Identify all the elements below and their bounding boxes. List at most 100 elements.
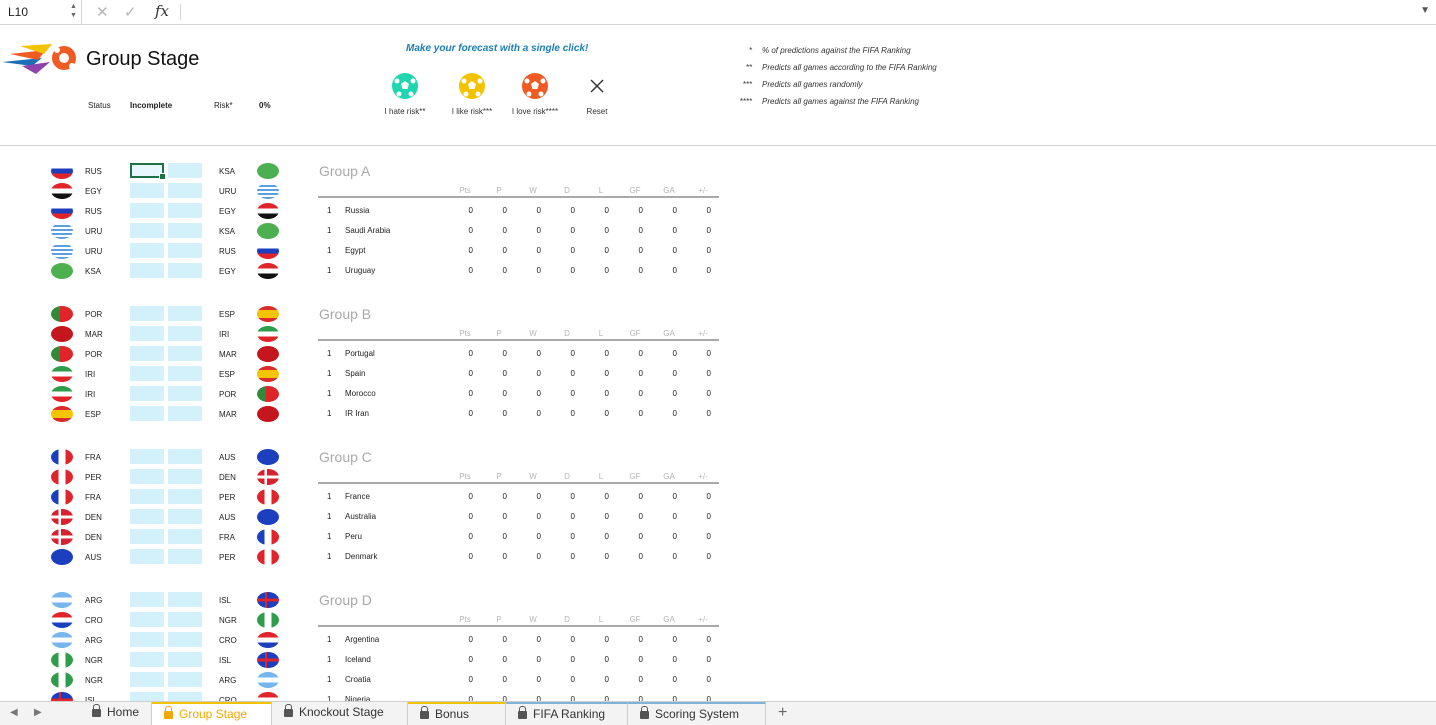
standings-stat: 0 — [502, 512, 507, 521]
standings-stat: 0 — [536, 655, 541, 664]
standings-row: 1 Spain 0 0 0 0 0 0 0 0 — [0, 369, 720, 383]
home-team-code: EGY — [85, 187, 102, 196]
name-box-arrows-icon[interactable]: ▲ ▼ — [70, 2, 77, 20]
home-score-input[interactable] — [130, 469, 164, 484]
standings-row: 1 Uruguay 0 0 0 0 0 0 0 0 — [0, 266, 720, 280]
forecast-title: Make your forecast with a single click! — [406, 43, 589, 54]
standings-column-header: P — [496, 615, 502, 624]
hate-risk-label: I hate risk** — [384, 107, 426, 116]
home-score-input[interactable] — [130, 449, 164, 464]
standings-stat: 0 — [570, 246, 575, 255]
formula-divider — [180, 4, 181, 20]
standings-stat: 0 — [638, 389, 643, 398]
standings-stat: 0 — [638, 246, 643, 255]
standings-stat: 0 — [604, 349, 609, 358]
standings-team-name: Portugal — [345, 349, 375, 358]
scroll-left-icon[interactable]: ◀ — [10, 707, 18, 718]
standings-stat: 0 — [672, 552, 677, 561]
reset-button[interactable]: Reset — [567, 71, 627, 121]
standings-row: 1 Morocco 0 0 0 0 0 0 0 0 — [0, 389, 720, 403]
tab-group-stage[interactable]: Group Stage — [152, 702, 272, 725]
lock-icon — [420, 706, 429, 719]
standings-stat: 0 — [604, 246, 609, 255]
standings-stat: 0 — [706, 552, 711, 561]
confirm-icon[interactable]: ✓ — [124, 3, 137, 21]
standings-column-header: D — [564, 329, 570, 338]
standings-stat: 0 — [468, 409, 473, 418]
standings-stat: 0 — [502, 655, 507, 664]
match-row: POR ESP — [0, 304, 300, 324]
home-score-input[interactable] — [130, 326, 164, 341]
standings-column-header: Pts — [459, 615, 471, 624]
away-score-input[interactable] — [168, 306, 202, 321]
standings-row: 1 Saudi Arabia 0 0 0 0 0 0 0 0 — [0, 226, 720, 240]
standings-position: 1 — [327, 635, 332, 644]
home-flag-icon — [51, 183, 73, 199]
home-score-input[interactable] — [130, 163, 166, 180]
name-box[interactable]: L10 ▲ ▼ — [0, 0, 82, 24]
away-team-code: KSA — [219, 167, 236, 176]
sheet-tab-bar: ◀ ▶ Home Group Stage Knockout Stage Bonu… — [0, 701, 1436, 725]
add-sheet-button[interactable]: + — [778, 704, 787, 722]
standings-stat: 0 — [536, 349, 541, 358]
standings-stat: 0 — [536, 246, 541, 255]
standings-stat: 0 — [604, 655, 609, 664]
standings-team-name: France — [345, 492, 370, 501]
standings-stat: 0 — [706, 266, 711, 275]
formula-input[interactable] — [190, 5, 1390, 19]
standings-stat: 0 — [536, 409, 541, 418]
away-score-input[interactable] — [168, 612, 202, 627]
standings-position: 1 — [327, 226, 332, 235]
away-score-input[interactable] — [168, 469, 202, 484]
match-row: CRO NGR — [0, 610, 300, 630]
standings-stat: 0 — [672, 409, 677, 418]
away-score-input[interactable] — [168, 183, 202, 198]
match-row: ARG ISL — [0, 590, 300, 610]
cancel-icon[interactable]: ✕ — [96, 3, 109, 21]
standings-stat: 0 — [468, 266, 473, 275]
standings-column-header: L — [598, 329, 604, 338]
away-score-input[interactable] — [168, 449, 202, 464]
tab-home[interactable]: Home — [80, 702, 152, 725]
scroll-right-icon[interactable]: ▶ — [34, 707, 42, 718]
standings-position: 1 — [327, 552, 332, 561]
hate-risk-button[interactable]: I hate risk** — [375, 71, 435, 121]
tab-bonus[interactable]: Bonus — [408, 702, 506, 725]
love-risk-button[interactable]: I love risk**** — [505, 71, 565, 121]
home-score-input[interactable] — [130, 183, 164, 198]
away-team-code: ISL — [219, 596, 232, 605]
away-score-input[interactable] — [168, 326, 202, 341]
away-score-input[interactable] — [168, 163, 202, 178]
standings-stat: 0 — [468, 226, 473, 235]
standings-header-divider — [318, 625, 719, 627]
like-risk-label: I like risk*** — [451, 107, 493, 116]
tab-fifa-ranking[interactable]: FIFA Ranking — [506, 702, 628, 725]
standings-stat: 0 — [672, 635, 677, 644]
standings-stat: 0 — [706, 675, 711, 684]
like-risk-button[interactable]: I like risk*** — [442, 71, 502, 121]
standings-row: 1 IR Iran 0 0 0 0 0 0 0 0 — [0, 409, 720, 423]
tab-knockout-stage[interactable]: Knockout Stage — [272, 702, 408, 725]
match-row: RUS KSA — [0, 161, 300, 181]
standings-stat: 0 — [672, 349, 677, 358]
away-team-code: DEN — [219, 473, 236, 482]
standings-stat: 0 — [570, 389, 575, 398]
away-flag-icon — [257, 306, 279, 322]
away-team-code: NGR — [219, 616, 237, 625]
standings-stat: 0 — [706, 512, 711, 521]
standings-stat: 0 — [570, 655, 575, 664]
away-score-input[interactable] — [168, 592, 202, 607]
home-team-code: POR — [85, 310, 103, 319]
standings-row: 1 Australia 0 0 0 0 0 0 0 0 — [0, 512, 720, 526]
home-score-input[interactable] — [130, 612, 164, 627]
standings-column-header: GF — [629, 186, 641, 195]
expand-formula-icon[interactable]: ▼ — [1420, 5, 1430, 16]
tab-scoring-system[interactable]: Scoring System — [628, 702, 766, 725]
insert-function-button[interactable]: fx — [155, 2, 169, 20]
legend-item: *** Predicts all games randomly — [742, 80, 863, 89]
home-score-input[interactable] — [130, 306, 164, 321]
app-logo — [2, 44, 76, 74]
home-score-input[interactable] — [130, 592, 164, 607]
legend-item: **** Predicts all games against the FIFA … — [739, 97, 919, 106]
match-row: MAR IRI — [0, 324, 300, 344]
